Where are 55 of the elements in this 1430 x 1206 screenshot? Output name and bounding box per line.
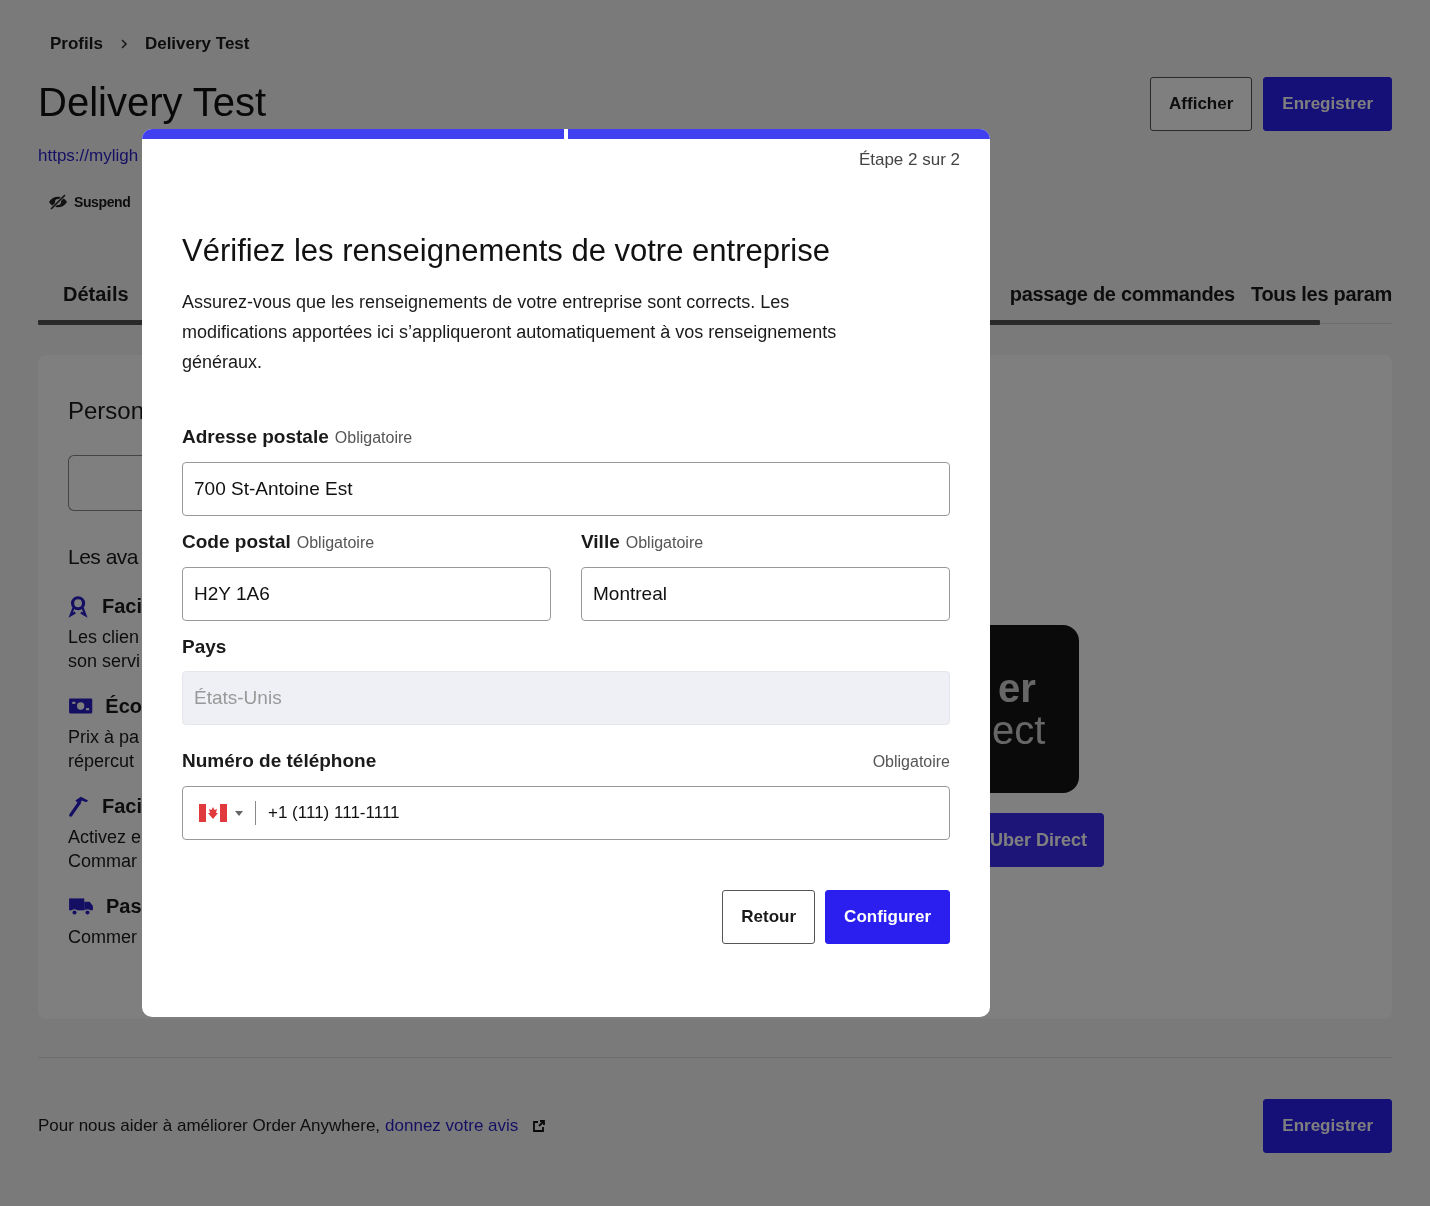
breadcrumb-link[interactable]: Delivery Test (144, 32, 250, 56)
benefit-text: Commar (68, 850, 138, 873)
field-label: Pays (182, 635, 227, 659)
step-indicator: Étape 2 sur 2 (858, 149, 960, 171)
required-hint: Obligatoire (872, 752, 950, 772)
benefit-title: Faci (101, 594, 142, 619)
page-title: Delivery Test (38, 79, 267, 126)
phone-field[interactable]: +1 (111) 111-1111 (182, 786, 950, 840)
eye-slash-icon (48, 194, 68, 210)
hammer-icon (68, 794, 90, 818)
breadcrumb-link[interactable]: Profils (50, 32, 103, 56)
award-icon (68, 594, 90, 618)
dialog-title: Vérifiez les renseignements de votre entreprise (182, 232, 831, 270)
input-field[interactable]: Montreal (581, 567, 950, 621)
logo-text: ect (992, 709, 1047, 751)
benefit-title: Faci (101, 794, 142, 819)
benefit-title: Éco (105, 694, 142, 719)
suspend-link[interactable]: Suspend (74, 191, 131, 213)
field-label: Ville (581, 530, 620, 554)
benefit-text: répercut (68, 750, 136, 773)
feedback-text: Pour nous aider à améliorer Order Anywhere, (38, 1115, 381, 1137)
required-hint: Obligatoire (296, 533, 375, 553)
benefit-text: Les clien (68, 626, 141, 649)
tab[interactable]: passage de commandes (1009, 280, 1235, 308)
external-link-icon (532, 1119, 547, 1133)
benefit-text: son servi (68, 650, 142, 673)
caret-down-icon (235, 810, 243, 816)
input-field[interactable]: 700 St-Antoine Est (182, 462, 950, 516)
field-label: Numéro de téléphone (182, 749, 377, 773)
field-label: Code postal (182, 530, 291, 554)
logo-text: er (997, 667, 1037, 709)
required-hint: Obligatoire (334, 428, 413, 448)
primary-button[interactable]: Enregistrer (1263, 1099, 1392, 1153)
primary-button[interactable]: Enregistrer (1263, 77, 1392, 131)
feedback-link[interactable]: donnez votre avis (385, 1113, 519, 1139)
input-field[interactable] (68, 455, 142, 511)
tab[interactable]: Tous les param (1250, 280, 1392, 308)
secondary-button[interactable]: Retour (722, 890, 816, 944)
tab[interactable]: Détails (38, 280, 129, 308)
benefit-text: Prix à pa (68, 726, 141, 749)
benefit-text: Commer (68, 926, 138, 949)
phone-number-input[interactable]: +1 (111) 111-1111 (268, 800, 933, 826)
primary-button[interactable]: Configurer (825, 890, 950, 944)
secondary-button[interactable]: Afficher (1150, 77, 1253, 131)
benefit-title: Pas (106, 894, 142, 919)
flag-icon (199, 804, 227, 822)
benefit-text: Activez e (68, 826, 142, 849)
field-label: Adresse postale (182, 425, 329, 449)
chevron-right-icon (118, 38, 129, 50)
connect-button[interactable]: Uber Direct (990, 813, 1104, 867)
dialog-description: Assurez-vous que les renseignements de votre entreprise sont corrects. Les modifications apportées ici s’appliqueront automatiquement à vos renseignements généraux. (182, 291, 838, 374)
section-title: Person (68, 396, 142, 426)
required-hint: Obligatoire (625, 533, 704, 553)
input-field[interactable]: H2Y 1A6 (182, 567, 551, 621)
section-title: Les ava (68, 544, 140, 570)
